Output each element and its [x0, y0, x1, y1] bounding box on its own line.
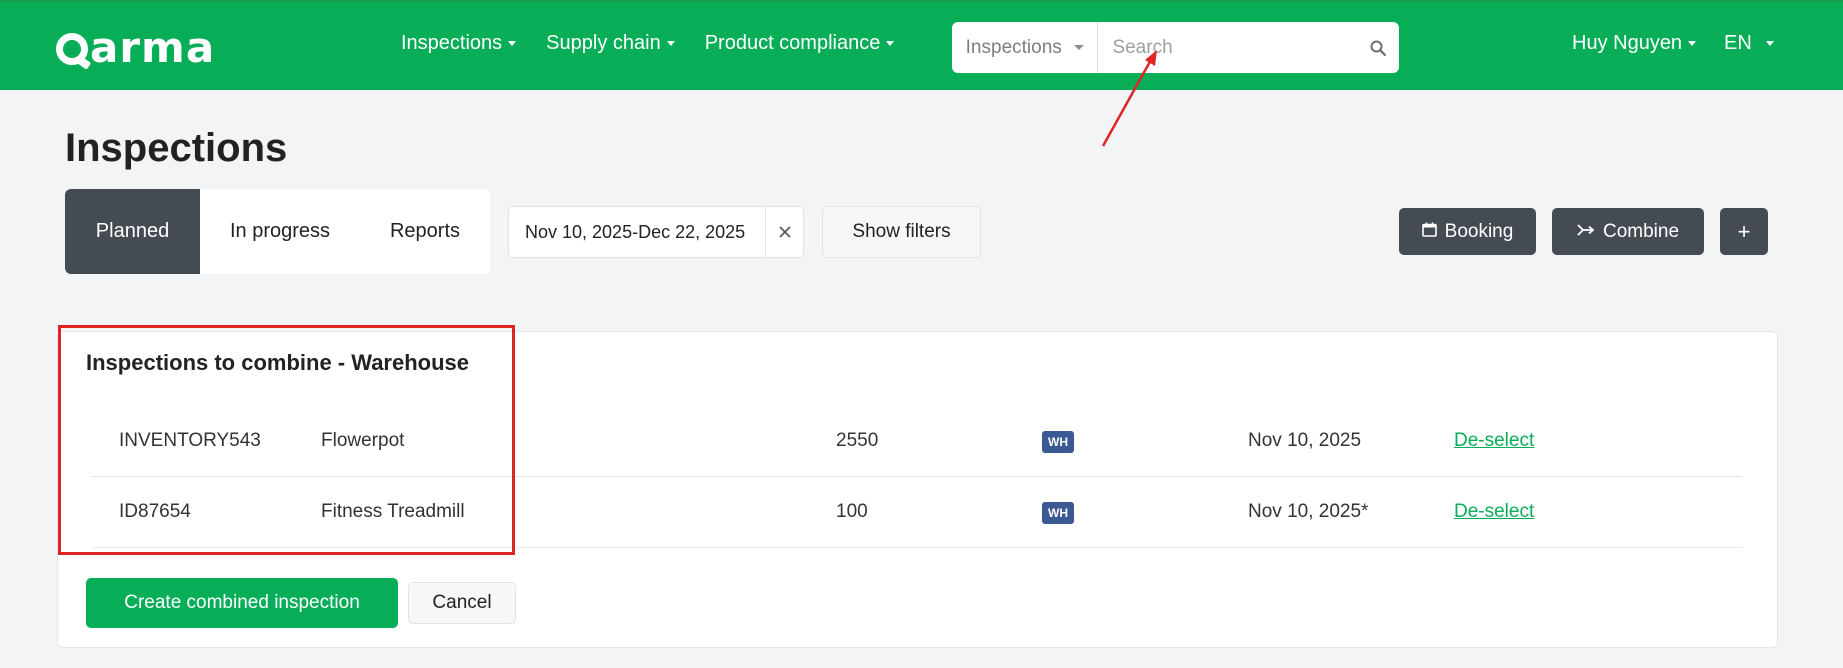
- tab-reports[interactable]: Reports: [360, 189, 490, 274]
- nav-supply-chain[interactable]: Supply chain: [546, 32, 675, 55]
- close-icon[interactable]: [765, 207, 803, 257]
- chevron-down-icon: [886, 41, 895, 46]
- search-scope-label: Inspections: [965, 36, 1062, 58]
- language-select[interactable]: EN: [1724, 32, 1774, 55]
- language-label: EN: [1724, 32, 1752, 54]
- calendar-icon: [1421, 221, 1437, 243]
- merge-icon: [1577, 221, 1595, 243]
- annotation-arrow-icon: [1101, 50, 1157, 147]
- nav-inspections[interactable]: Inspections: [401, 32, 517, 55]
- booking-button[interactable]: Booking: [1399, 208, 1536, 255]
- status-badge: WH: [1042, 430, 1074, 453]
- qarma-logo[interactable]: arma: [56, 22, 216, 72]
- status-tabs: Planned In progress Reports: [65, 189, 490, 274]
- date-range-value[interactable]: Nov 10, 2025-Dec 22, 2025: [509, 207, 765, 257]
- date-range-picker[interactable]: Nov 10, 2025-Dec 22, 2025: [508, 206, 804, 258]
- global-search: Inspections: [952, 22, 1399, 73]
- tab-planned[interactable]: Planned: [65, 189, 200, 274]
- warehouse-badge: WH: [1042, 430, 1074, 453]
- chevron-down-icon: [1073, 45, 1084, 50]
- nav-product-compliance[interactable]: Product compliance: [705, 32, 895, 55]
- warehouse-badge: WH: [1042, 501, 1074, 524]
- annotation-highlight-box: [58, 325, 515, 555]
- quantity: 2550: [836, 430, 879, 451]
- chevron-down-icon: [1765, 41, 1774, 46]
- create-combined-inspection-button[interactable]: Create combined inspection: [86, 578, 398, 628]
- inspection-date: Nov 10, 2025: [1248, 430, 1362, 451]
- chevron-down-icon: [666, 41, 675, 46]
- top-navbar: arma Inspections Supply chain Product co…: [0, 0, 1843, 90]
- quantity: 100: [836, 501, 868, 522]
- show-filters-button[interactable]: Show filters: [822, 206, 981, 258]
- booking-label: Booking: [1444, 220, 1514, 242]
- status-badge: WH: [1042, 501, 1074, 524]
- logo-q-mark: [56, 33, 88, 65]
- user-menu[interactable]: Huy Nguyen: [1572, 32, 1697, 55]
- nav-supply-chain-label: Supply chain: [546, 32, 661, 54]
- inspection-date: Nov 10, 2025*: [1248, 501, 1369, 522]
- add-button[interactable]: +: [1720, 208, 1768, 255]
- user-name: Huy Nguyen: [1572, 32, 1683, 54]
- search-icon[interactable]: [1357, 22, 1399, 73]
- deselect-link[interactable]: De-select: [1454, 430, 1534, 452]
- deselect-link[interactable]: De-select: [1454, 501, 1534, 523]
- main-nav: Inspections Supply chain Product complia…: [401, 32, 895, 55]
- search-scope-select[interactable]: Inspections: [952, 22, 1099, 73]
- cancel-button[interactable]: Cancel: [408, 582, 516, 624]
- combine-label: Combine: [1602, 220, 1680, 242]
- chevron-down-icon: [1688, 41, 1697, 46]
- combine-button[interactable]: Combine: [1552, 208, 1704, 255]
- nav-product-compliance-label: Product compliance: [704, 32, 881, 54]
- chevron-down-icon: [508, 41, 517, 46]
- nav-inspections-label: Inspections: [401, 32, 503, 54]
- page-title: Inspections: [65, 126, 288, 170]
- tab-in-progress[interactable]: In progress: [200, 189, 360, 274]
- logo-text: arma: [90, 22, 216, 72]
